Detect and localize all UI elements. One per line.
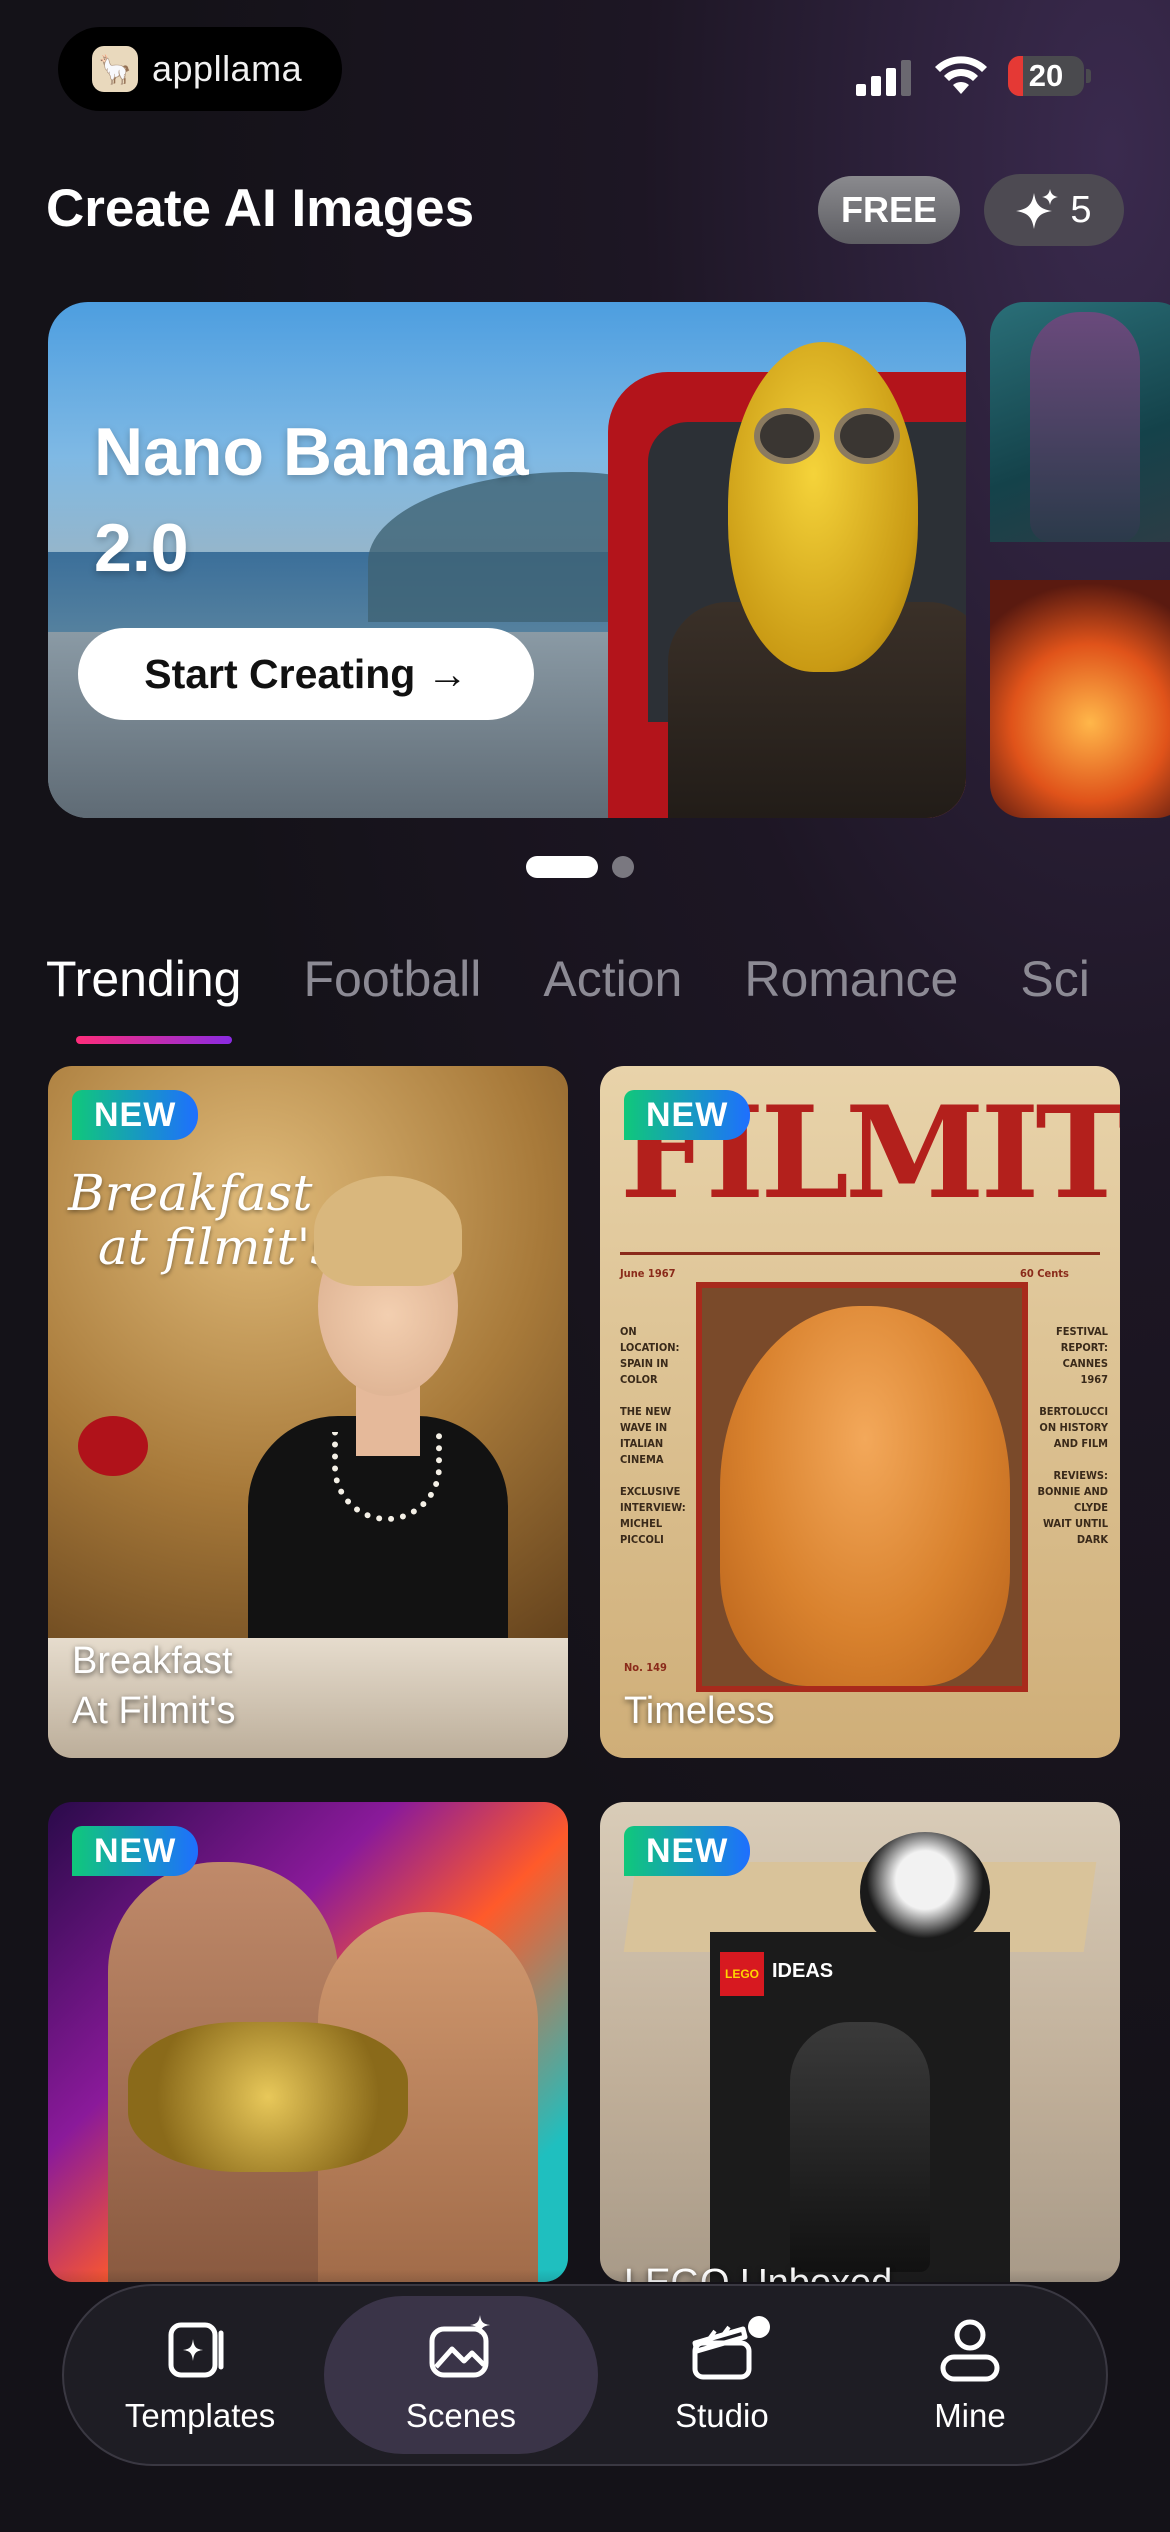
magazine-price: 60 Cents bbox=[1020, 1267, 1069, 1280]
sparkle-icon bbox=[1016, 189, 1059, 229]
card-title: Timeless bbox=[624, 1690, 775, 1732]
scene-card-timeless[interactable]: FILMIT June 1967 60 Cents ON LOCATION: S… bbox=[600, 1066, 1120, 1758]
carousel-pagination bbox=[526, 856, 634, 878]
new-badge: NEW bbox=[72, 1826, 199, 1876]
tab-sci[interactable]: Sci bbox=[1020, 950, 1089, 1008]
battery-percentage: 20 bbox=[1028, 58, 1064, 93]
peek-figure-art bbox=[1030, 312, 1140, 542]
hero-banner-next[interactable] bbox=[990, 302, 1170, 818]
credits-count: 5 bbox=[1070, 188, 1092, 231]
magazine-right-column: FESTIVAL REPORT: CANNES 1967 BERTOLUCCI … bbox=[1037, 1325, 1108, 1546]
pagination-dot[interactable] bbox=[612, 856, 634, 878]
hero-title-line2: 2.0 bbox=[94, 510, 189, 586]
app-name: appllama bbox=[152, 48, 303, 89]
nav-label: Studio bbox=[675, 2397, 769, 2434]
nav-scenes[interactable]: Scenes bbox=[324, 2296, 598, 2454]
magazine-left-column: ON LOCATION: SPAIN IN COLOR THE NEW WAVE… bbox=[620, 1325, 686, 1546]
tab-romance[interactable]: Romance bbox=[744, 950, 958, 1008]
scenes-screen: 🦙 appllama 20 Create AI Images FREE 5 Na… bbox=[0, 0, 1170, 2532]
peek-phoenix-art bbox=[990, 580, 1170, 818]
rose-art bbox=[78, 1416, 148, 1476]
card-title: Breakfast At Filmit's bbox=[72, 1640, 236, 1732]
magazine-issue: No. 149 bbox=[624, 1661, 667, 1674]
new-badge: NEW bbox=[72, 1090, 199, 1140]
battery-indicator: 20 bbox=[1008, 56, 1084, 96]
app-switcher-pill[interactable]: 🦙 appllama bbox=[58, 27, 342, 111]
nav-templates[interactable]: Templates bbox=[76, 2296, 324, 2454]
wifi-icon bbox=[935, 56, 987, 94]
category-tabs: Trending Football Action Romance Sci bbox=[46, 950, 1170, 1008]
lego-cat-figure-art bbox=[790, 2022, 930, 2272]
new-badge: NEW bbox=[624, 1090, 751, 1140]
bottom-navigation: Templates Scenes Studio Mine bbox=[62, 2284, 1108, 2466]
tab-trending[interactable]: Trending bbox=[46, 950, 241, 1008]
lego-logo: LEGO bbox=[720, 1952, 764, 1996]
new-badge: NEW bbox=[624, 1826, 751, 1876]
tab-indicator bbox=[76, 1036, 232, 1044]
hero-banner-nano-banana[interactable]: Nano Banana 2.0 Start Creating → bbox=[48, 302, 966, 818]
nav-label: Mine bbox=[934, 2397, 1006, 2434]
start-creating-button[interactable]: Start Creating → bbox=[78, 628, 534, 720]
templates-icon bbox=[168, 2322, 224, 2378]
nav-studio[interactable]: Studio bbox=[598, 2296, 846, 2454]
credits-button[interactable]: 5 bbox=[984, 174, 1124, 246]
masthead-rule bbox=[620, 1252, 1100, 1255]
hero-title: Nano Banana 2.0 bbox=[94, 404, 654, 596]
llama-logo-icon: 🦙 bbox=[92, 46, 138, 92]
nav-mine[interactable]: Mine bbox=[846, 2296, 1094, 2454]
nav-label: Scenes bbox=[405, 2397, 516, 2434]
battery-cap bbox=[1086, 69, 1091, 83]
tab-action[interactable]: Action bbox=[543, 950, 682, 1008]
profile-icon bbox=[940, 2319, 1000, 2382]
lego-ideas-text: IDEAS bbox=[772, 1960, 834, 1982]
scenes-icon bbox=[429, 2315, 490, 2378]
tuxedo-cat-art bbox=[860, 1832, 990, 1952]
banana-character-art bbox=[728, 342, 918, 672]
nav-label: Templates bbox=[124, 2397, 276, 2434]
magazine-date: June 1967 bbox=[620, 1267, 676, 1280]
page-title: Create AI Images bbox=[46, 179, 475, 238]
cellular-signal-icon bbox=[856, 60, 911, 96]
tab-football[interactable]: Football bbox=[303, 950, 481, 1008]
scene-card-wrestling[interactable]: NEW bbox=[48, 1802, 568, 2282]
championship-belt-art bbox=[128, 2022, 408, 2172]
free-plan-button[interactable]: FREE bbox=[818, 176, 960, 244]
orange-cat-art bbox=[720, 1306, 1010, 1686]
scene-card-breakfast[interactable]: Breakfast at filmit's NEW Breakfast At F… bbox=[48, 1066, 568, 1758]
goggles-art bbox=[742, 408, 912, 464]
studio-icon bbox=[692, 2325, 752, 2380]
hero-title-line1: Nano Banana bbox=[94, 414, 529, 490]
scene-card-lego[interactable]: LEGO IDEAS NEW LEGO Unboxed bbox=[600, 1802, 1120, 2282]
pagination-dot-active[interactable] bbox=[526, 856, 598, 878]
studio-notification-dot bbox=[747, 2316, 770, 2338]
